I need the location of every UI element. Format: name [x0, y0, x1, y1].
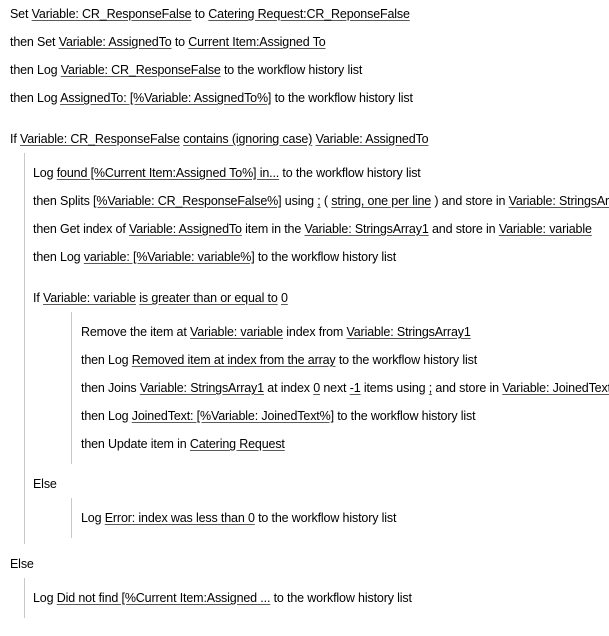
splits-cr-responsefalse-text-2: using: [281, 194, 318, 208]
log-error-index-param-1[interactable]: Error: index was less than 0: [105, 511, 255, 525]
set-assignedto-param-1[interactable]: Variable: AssignedTo: [59, 35, 172, 49]
log-assignedto-param-1[interactable]: AssignedTo: [%Variable: AssignedTo%]: [60, 91, 271, 105]
workflow-branch-else-inner-body: Log Error: index was less than 0 to the …: [71, 498, 609, 538]
log-did-not-find-param-1[interactable]: Did not find [%Current Item:Assigned ...: [57, 591, 271, 605]
remove-item-at-index-param-1[interactable]: Variable: variable: [190, 325, 283, 339]
set-assignedto-param-3[interactable]: Current Item:Assigned To: [188, 35, 325, 49]
splits-cr-responsefalse-text-4: (: [320, 194, 332, 208]
workflow-branch-if-contains-body: Log found [%Current Item:Assigned To%] i…: [24, 153, 609, 544]
splits-cr-responsefalse-text-6: ) and store in: [431, 194, 509, 208]
get-index-of-text-0: then Get index of: [33, 222, 129, 236]
joins-stringsarray1-text-0: then Joins: [81, 381, 140, 395]
log-joinedtext-text-0: then Log: [81, 409, 132, 423]
joins-stringsarray1-text-2: at index: [263, 381, 314, 395]
update-item-catering-request-text-0: then Update item in: [81, 437, 190, 451]
log-cr-responsefalse-text-0: then Log: [10, 63, 61, 77]
remove-item-at-index-param-3[interactable]: Variable: StringsArray1: [347, 325, 471, 339]
log-error-index-text-0: Log: [81, 511, 105, 525]
workflow-step-set-cr-responsefalse[interactable]: Set Variable: CR_ResponseFalse to Cateri…: [0, 0, 609, 28]
workflow-step-log-assignedto[interactable]: then Log AssignedTo: [%Variable: Assigne…: [0, 84, 609, 112]
log-did-not-find-text-2: to the workflow history list: [270, 591, 412, 605]
log-variable-param-1[interactable]: variable: [%Variable: variable%]: [84, 250, 255, 264]
joins-stringsarray1-text-6: items using: [360, 381, 429, 395]
workflow-condition-if-variable-gte-zero[interactable]: If Variable: variable is greater than or…: [25, 284, 609, 312]
log-joinedtext-param-1[interactable]: JoinedText: [%Variable: JoinedText%]: [132, 409, 334, 423]
set-cr-responsefalse-param-1[interactable]: Variable: CR_ResponseFalse: [32, 7, 192, 21]
set-assignedto-text-2: to: [171, 35, 189, 49]
set-cr-responsefalse-param-3[interactable]: Catering Request:CR_ReponseFalse: [208, 7, 410, 21]
splits-cr-responsefalse-param-5[interactable]: string, one per line: [331, 194, 431, 208]
if-contains-text-0: If: [10, 132, 20, 146]
else-outer-text-0: Else: [10, 557, 34, 571]
workflow-step-log-variable[interactable]: then Log variable: [%Variable: variable%…: [25, 243, 609, 271]
splits-cr-responsefalse-param-1[interactable]: [%Variable: CR_ResponseFalse%]: [93, 194, 282, 208]
log-assignedto-text-0: then Log: [10, 91, 61, 105]
if-variable-gte-zero-text-0: If: [33, 291, 43, 305]
workflow-branch-else-outer-body: Log Did not find [%Current Item:Assigned…: [24, 578, 609, 618]
workflow-step-log-error-index[interactable]: Log Error: index was less than 0 to the …: [72, 504, 609, 532]
workflow-step-log-did-not-find[interactable]: Log Did not find [%Current Item:Assigned…: [25, 584, 609, 612]
log-found-param-1[interactable]: found [%Current Item:Assigned To%] in...: [57, 166, 280, 180]
workflow-step-update-item-catering-request[interactable]: then Update item in Catering Request: [72, 430, 609, 458]
if-variable-gte-zero-param-1[interactable]: Variable: variable: [43, 291, 136, 305]
if-contains-param-5[interactable]: Variable: AssignedTo: [316, 132, 429, 146]
else-inner-text-0: Else: [33, 477, 57, 491]
get-index-of-text-4: and store in: [428, 222, 499, 236]
set-assignedto-text-0: then Set: [10, 35, 59, 49]
set-cr-responsefalse-text-0: Set: [10, 7, 32, 21]
log-joinedtext-text-2: to the workflow history list: [333, 409, 476, 423]
get-index-of-param-1[interactable]: Variable: AssignedTo: [129, 222, 242, 236]
log-found-text-2: to the workflow history list: [279, 166, 421, 180]
if-variable-gte-zero-param-3[interactable]: is greater than or equal to: [139, 291, 278, 305]
workflow-step-log-joinedtext[interactable]: then Log JoinedText: [%Variable: JoinedT…: [72, 402, 609, 430]
workflow-condition-else-inner[interactable]: Else: [25, 470, 609, 498]
log-cr-responsefalse-param-1[interactable]: Variable: CR_ResponseFalse: [61, 63, 221, 77]
workflow-step-set-assignedto[interactable]: then Set Variable: AssignedTo to Current…: [0, 28, 609, 56]
update-item-catering-request-param-1[interactable]: Catering Request: [190, 437, 285, 451]
workflow-condition-if-contains[interactable]: If Variable: CR_ResponseFalse contains (…: [0, 125, 609, 153]
get-index-of-param-3[interactable]: Variable: StringsArray1: [304, 222, 428, 236]
log-removed-item-param-1[interactable]: Removed item at index from the array: [132, 353, 336, 367]
log-error-index-text-2: to the workflow history list: [254, 511, 397, 525]
get-index-of-param-5[interactable]: Variable: variable: [499, 222, 592, 236]
joins-stringsarray1-text-8: and store in: [432, 381, 503, 395]
log-found-text-0: Log: [33, 166, 57, 180]
get-index-of-text-2: item in the: [241, 222, 305, 236]
workflow-branch-if-variable-gte-zero-body: Remove the item at Variable: variable in…: [71, 312, 609, 464]
if-contains-param-3[interactable]: contains (ignoring case): [183, 132, 312, 146]
workflow-condition-else-outer[interactable]: Else: [0, 550, 609, 578]
workflow-step-splits-cr-responsefalse[interactable]: then Splits [%Variable: CR_ResponseFalse…: [25, 187, 609, 215]
set-cr-responsefalse-text-2: to: [191, 7, 209, 21]
splits-cr-responsefalse-text-0: then Splits: [33, 194, 94, 208]
log-assignedto-text-2: to the workflow history list: [271, 91, 413, 105]
workflow-step-get-index-of[interactable]: then Get index of Variable: AssignedTo i…: [25, 215, 609, 243]
joins-stringsarray1-param-5[interactable]: -1: [350, 381, 361, 395]
workflow-step-log-cr-responsefalse[interactable]: then Log Variable: CR_ResponseFalse to t…: [0, 56, 609, 84]
log-cr-responsefalse-text-2: to the workflow history list: [220, 63, 363, 77]
log-variable-text-0: then Log: [33, 250, 84, 264]
if-contains-param-1[interactable]: Variable: CR_ResponseFalse: [20, 132, 180, 146]
joins-stringsarray1-param-3[interactable]: 0: [313, 381, 320, 395]
workflow-step-log-found[interactable]: Log found [%Current Item:Assigned To%] i…: [25, 159, 609, 187]
joins-stringsarray1-param-1[interactable]: Variable: StringsArray1: [140, 381, 264, 395]
workflow-step-remove-item-at-index[interactable]: Remove the item at Variable: variable in…: [72, 318, 609, 346]
joins-stringsarray1-param-9[interactable]: Variable: JoinedText: [502, 381, 609, 395]
log-removed-item-text-2: to the workflow history list: [335, 353, 478, 367]
remove-item-at-index-text-0: Remove the item at: [81, 325, 191, 339]
log-removed-item-text-0: then Log: [81, 353, 132, 367]
workflow-step-joins-stringsarray1[interactable]: then Joins Variable: StringsArray1 at in…: [72, 374, 609, 402]
workflow-step-log-removed-item[interactable]: then Log Removed item at index from the …: [72, 346, 609, 374]
log-variable-text-2: to the workflow history list: [254, 250, 397, 264]
workflow-text-designer: Set Variable: CR_ResponseFalse to Cateri…: [0, 0, 609, 618]
if-variable-gte-zero-param-5[interactable]: 0: [281, 291, 288, 305]
log-did-not-find-text-0: Log: [33, 591, 57, 605]
joins-stringsarray1-text-4: next: [320, 381, 350, 395]
splits-cr-responsefalse-param-7[interactable]: Variable: StringsArray1: [509, 194, 609, 208]
remove-item-at-index-text-2: index from: [282, 325, 347, 339]
